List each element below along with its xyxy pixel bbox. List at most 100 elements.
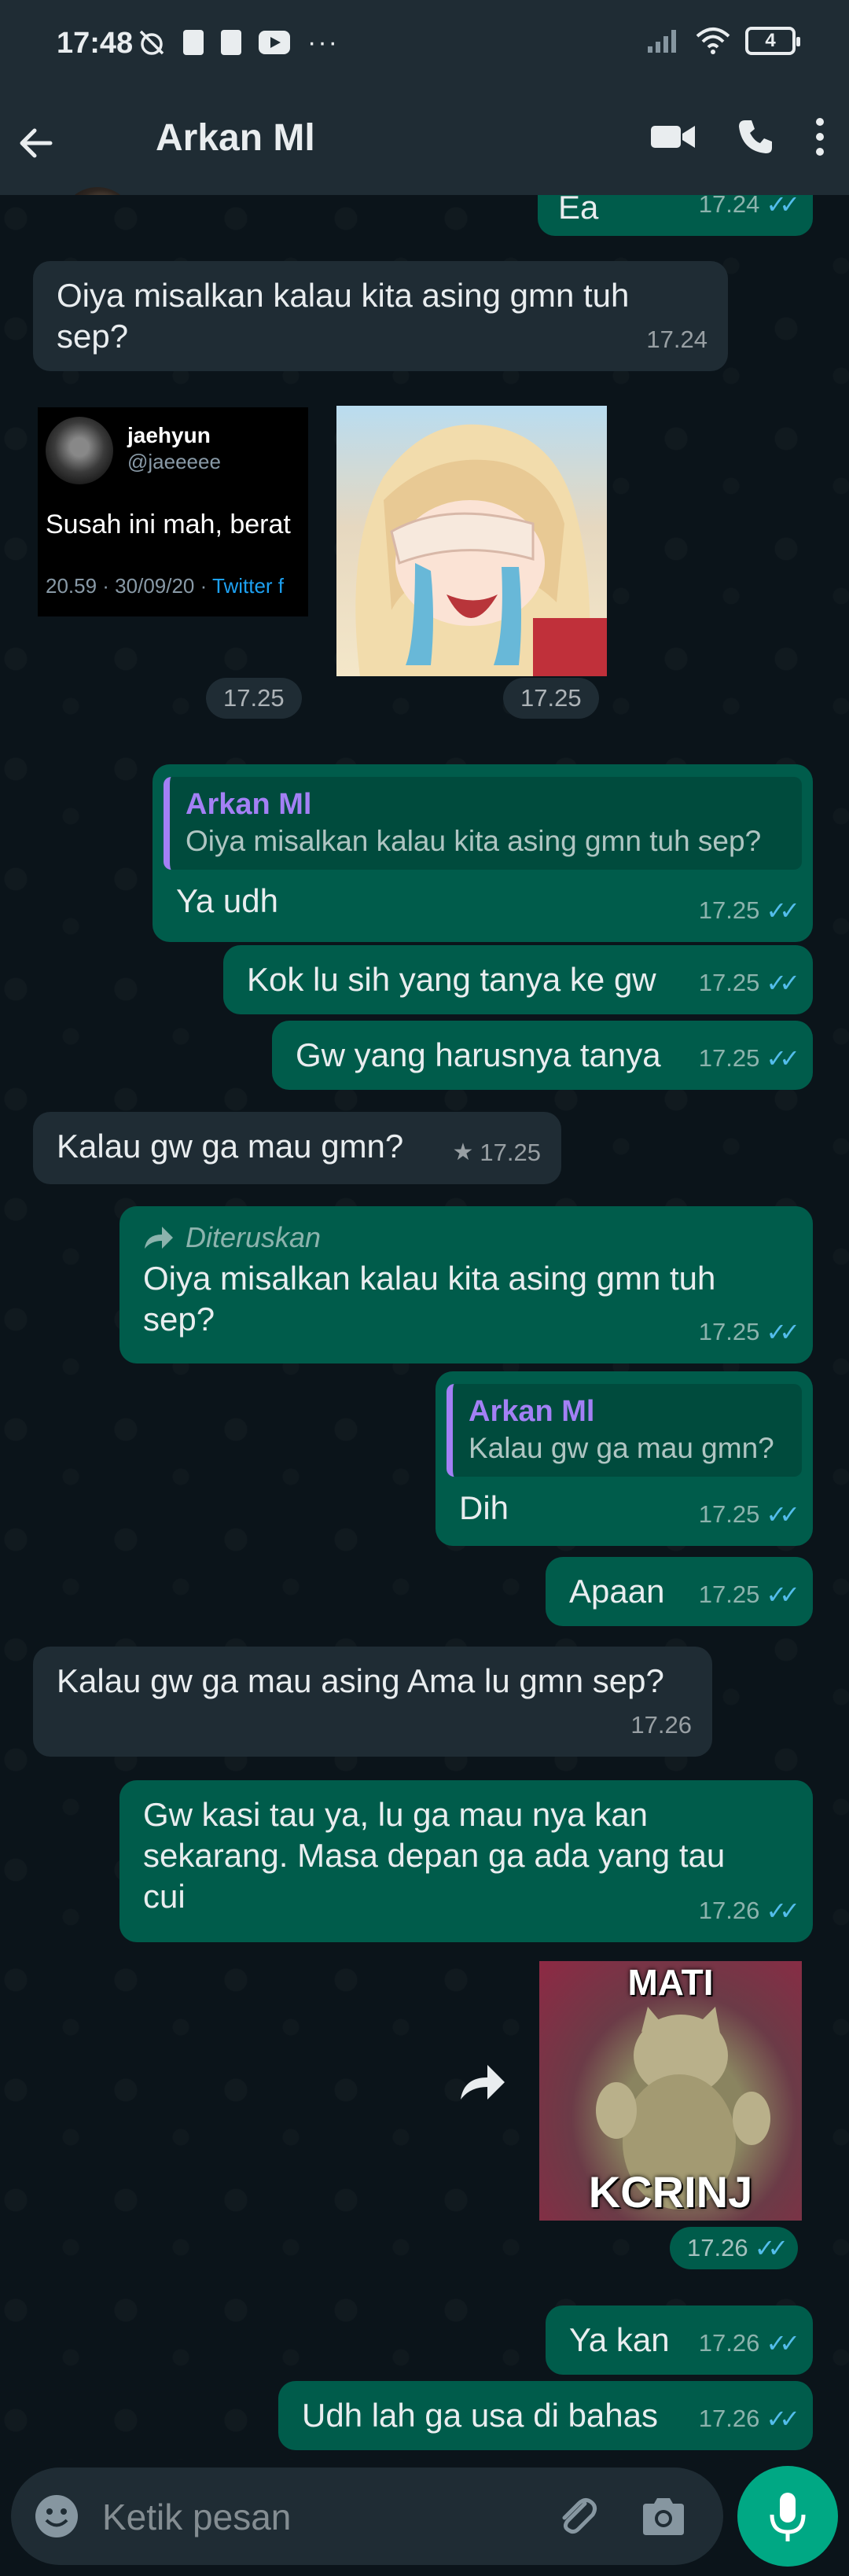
message-outgoing[interactable]: Udh lah ga usa di bahas 17.26 ✓✓ xyxy=(278,2381,813,2450)
youtube-icon xyxy=(259,31,290,54)
message-input-field[interactable]: Ketik pesan xyxy=(11,2467,723,2565)
tweet-avatar xyxy=(46,417,113,484)
crying-girl-image[interactable] xyxy=(336,406,607,676)
message-text: Oiya misalkan kalau kita asing gmn tuh s… xyxy=(143,1260,716,1338)
message-outgoing-reply[interactable]: Arkan Ml Kalau gw ga mau gmn? Dih 17.25 ✓… xyxy=(436,1371,813,1546)
battery-icon: 4 xyxy=(745,27,800,55)
sim-icon xyxy=(183,30,204,55)
alarm-off-icon xyxy=(139,30,164,55)
message-time: 17.24 xyxy=(646,326,708,353)
read-ticks-icon: ✓✓ xyxy=(766,1897,800,1925)
sticker-bottom-text: KCRINJ xyxy=(588,2167,753,2217)
contact-name[interactable]: Arkan Ml xyxy=(156,116,315,160)
message-time: 17.26 xyxy=(698,2405,760,2432)
message-text: Dih xyxy=(459,1489,509,1526)
message-time: 17.25 xyxy=(698,896,760,924)
quoted-sender: Arkan Ml xyxy=(186,788,312,821)
attachment-icon[interactable] xyxy=(553,2493,601,2540)
message-outgoing[interactable]: Gw kasi tau ya, lu ga mau nya kan sekara… xyxy=(119,1780,813,1942)
message-time: 17.25 xyxy=(480,1139,541,1166)
microphone-button[interactable] xyxy=(737,2466,838,2567)
read-ticks-icon: ✓✓ xyxy=(766,195,800,219)
image-timestamp: 17.25 xyxy=(503,678,599,719)
camera-icon[interactable] xyxy=(640,2496,687,2537)
message-time: 17.26 xyxy=(630,1711,692,1739)
status-bar: 17:48 ··· 4 xyxy=(0,0,849,93)
read-ticks-icon: ✓✓ xyxy=(766,896,800,925)
message-time: 17.25 xyxy=(698,1318,760,1345)
forward-arrow-icon xyxy=(145,1227,173,1249)
message-time: 17.24 xyxy=(698,195,760,218)
message-outgoing-forwarded[interactable]: Diteruskan Oiya misalkan kalau kita asin… xyxy=(119,1206,813,1363)
meme-sticker-image[interactable]: MATI KCRINJ xyxy=(539,1961,802,2221)
sticker-top-text: MATI xyxy=(627,1962,714,2003)
more-options-icon[interactable] xyxy=(814,116,825,157)
message-incoming[interactable]: Kalau gw ga mau asing Ama lu gmn sep? 17… xyxy=(33,1647,712,1757)
chat-header: Arkan Ml xyxy=(0,93,849,263)
voice-call-icon[interactable] xyxy=(736,117,775,156)
status-time: 17:48 xyxy=(57,27,134,60)
message-text: Kalau gw ga mau asing Ama lu gmn sep? xyxy=(57,1662,664,1699)
message-time: 17.25 xyxy=(698,969,760,996)
message-text: Gw kasi tau ya, lu ga mau nya kan sekara… xyxy=(143,1796,726,1915)
status-notification-icons: ··· xyxy=(138,28,339,57)
tweet-text: Susah ini mah, berat xyxy=(46,510,291,539)
forwarded-label: Diteruskan xyxy=(143,1220,789,1255)
sticker-timestamp: 17.26 ✓✓ xyxy=(670,2227,799,2269)
chat-messages[interactable]: Ea 17.24 ✓✓ Oiya misalkan kalau kita asin… xyxy=(0,195,849,2460)
read-ticks-icon: ✓✓ xyxy=(766,1581,800,1609)
message-text: Oiya misalkan kalau kita asing gmn tuh s… xyxy=(57,277,630,355)
message-text: Gw yang harusnya tanya xyxy=(296,1036,661,1073)
message-incoming[interactable]: Oiya misalkan kalau kita asing gmn tuh s… xyxy=(33,261,728,371)
message-outgoing[interactable]: Gw yang harusnya tanya 17.25 ✓✓ xyxy=(272,1021,813,1090)
message-time: 17.25 xyxy=(698,1500,760,1528)
message-input-placeholder: Ketik pesan xyxy=(102,2497,292,2537)
message-composer: Ketik pesan xyxy=(0,2460,849,2576)
image-timestamp: 17.25 xyxy=(206,678,302,719)
forward-button-icon[interactable] xyxy=(458,2062,508,2103)
quoted-text: Oiya misalkan kalau kita asing gmn tuh s… xyxy=(186,825,762,857)
message-text: Udh lah ga usa di bahas xyxy=(302,2397,658,2434)
tweet-screenshot-image[interactable]: jaehyun @jaeeeee Susah ini mah, berat 20… xyxy=(38,407,308,616)
tweet-name: jaehyun xyxy=(127,423,211,447)
message-text: Kalau gw ga mau gmn? xyxy=(57,1128,404,1165)
read-ticks-icon: ✓✓ xyxy=(766,1044,800,1073)
read-ticks-icon: ✓✓ xyxy=(754,2234,789,2262)
crying-girl-illustration xyxy=(355,424,607,676)
read-ticks-icon: ✓✓ xyxy=(766,1318,800,1346)
message-time: 17.25 xyxy=(698,1044,760,1072)
message-outgoing[interactable]: Ea 17.24 ✓✓ xyxy=(538,195,813,236)
microphone-icon xyxy=(770,2493,806,2541)
signal-icon xyxy=(648,30,676,53)
quoted-text: Kalau gw ga mau gmn? xyxy=(469,1432,774,1464)
message-text: Kok lu sih yang tanya ke gw xyxy=(247,961,656,998)
back-arrow-icon[interactable] xyxy=(14,121,58,165)
message-outgoing[interactable]: Kok lu sih yang tanya ke gw 17.25 ✓✓ xyxy=(223,945,813,1014)
read-ticks-icon: ✓✓ xyxy=(766,2405,800,2433)
message-time: 17.26 xyxy=(698,1897,760,1924)
read-ticks-icon: ✓✓ xyxy=(766,969,800,997)
message-time: 17.25 xyxy=(698,1581,760,1608)
wifi-icon xyxy=(696,28,730,54)
message-outgoing-reply[interactable]: Arkan Ml Oiya misalkan kalau kita asing … xyxy=(153,764,813,942)
message-outgoing[interactable]: Ya kan 17.26 ✓✓ xyxy=(546,2306,813,2375)
message-outgoing[interactable]: Apaan 17.25 ✓✓ xyxy=(546,1557,813,1626)
read-ticks-icon: ✓✓ xyxy=(766,1500,800,1529)
read-ticks-icon: ✓✓ xyxy=(766,2329,800,2357)
sim-icon-2 xyxy=(221,30,241,55)
message-text: Ea xyxy=(558,195,599,226)
quoted-message[interactable]: Arkan Ml Oiya misalkan kalau kita asing … xyxy=(164,777,802,870)
message-text: Ya udh xyxy=(176,882,278,919)
message-incoming[interactable]: Kalau gw ga mau gmn? ★ 17.25 xyxy=(33,1112,561,1184)
message-text: Ya kan xyxy=(569,2321,670,2358)
emoji-icon[interactable] xyxy=(33,2493,80,2540)
tweet-handle: @jaeeeee xyxy=(127,450,221,473)
star-icon: ★ xyxy=(452,1139,474,1165)
video-call-icon[interactable] xyxy=(649,121,696,153)
more-notifications-icon: ··· xyxy=(307,28,339,57)
tweet-footer: 20.59 · 30/09/20 · Twitter f xyxy=(46,574,285,598)
quoted-sender: Arkan Ml xyxy=(469,1395,595,1428)
message-time: 17.26 xyxy=(698,2329,760,2357)
message-text: Apaan xyxy=(569,1573,665,1610)
quoted-message[interactable]: Arkan Ml Kalau gw ga mau gmn? xyxy=(447,1384,802,1477)
